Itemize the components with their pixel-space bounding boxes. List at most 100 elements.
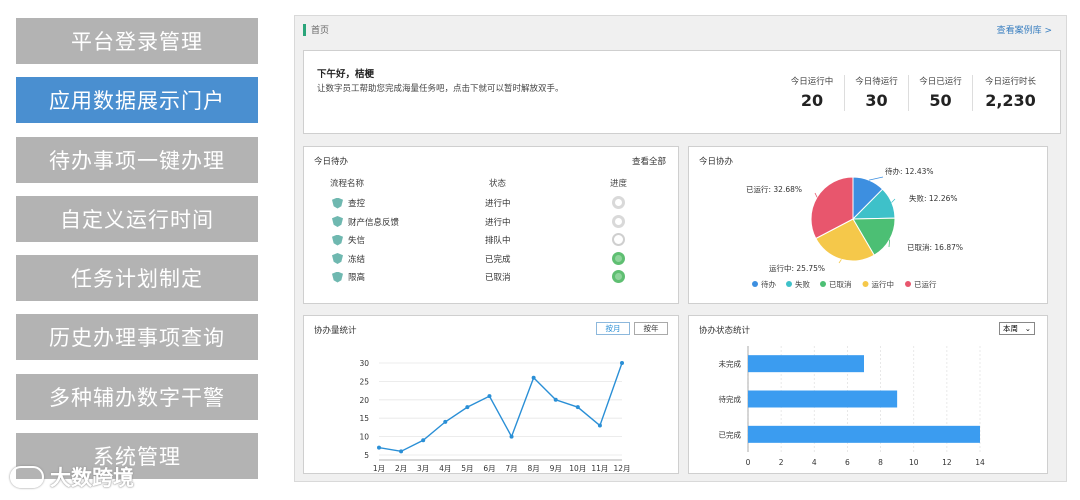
legend-marker <box>862 281 869 287</box>
stat-value: 50 <box>929 91 952 110</box>
watermark-text: 大数跨境 <box>50 466 134 490</box>
y-tick-label: 30 <box>359 359 369 368</box>
pie-label-line <box>838 259 842 264</box>
x-tick-label: 4月 <box>439 464 451 473</box>
data-point <box>399 449 404 454</box>
table-row[interactable]: 限高 已取消 <box>304 268 680 287</box>
stat-running: 今日运行中 20 <box>780 75 844 111</box>
pie-label: 失败: 12.26% <box>909 193 958 203</box>
left-menu: 平台登录管理 应用数据展示门户 待办事项一键办理 自定义运行时间 任务计划制定 … <box>16 18 258 492</box>
pie-chart: 待办: 12.43% 失败: 12.26% 已取消: 16.87% 运行中: 25.7… <box>746 166 963 289</box>
data-point <box>377 445 381 450</box>
legend-label: 已取消 <box>829 279 852 289</box>
data-point <box>531 375 536 380</box>
view-cases-link[interactable]: 查看案例库 > <box>997 23 1052 36</box>
row-name: 冻结 <box>332 253 365 265</box>
pie-label: 待办: 12.43% <box>885 166 934 176</box>
greeting-subtitle: 让数字员工帮助您完成海量任务吧，点击下就可以暂时解放双手。 <box>317 84 564 94</box>
breadcrumb-home[interactable]: 首页 <box>311 23 329 36</box>
x-tick-label: 6月 <box>483 464 495 473</box>
y-tick-label: 20 <box>359 396 369 405</box>
data-point <box>553 397 558 402</box>
x-tick-label: 6 <box>845 458 850 467</box>
row-name-text: 财产信息反馈 <box>348 217 400 228</box>
menu-item-login[interactable]: 平台登录管理 <box>16 18 258 64</box>
data-point <box>620 361 624 365</box>
x-tick-label: 12月 <box>613 464 630 473</box>
row-state: 已完成 <box>485 254 511 265</box>
view-all-link[interactable]: 查看全部 <box>632 155 666 167</box>
legend-marker <box>786 281 792 287</box>
menu-item-data-portal[interactable]: 应用数据展示门户 <box>16 77 258 124</box>
bar <box>748 425 980 443</box>
greeting: 下午好，桔梗 <box>317 69 375 80</box>
pie-label: 运行中: 25.75% <box>769 263 825 273</box>
process-icon <box>332 253 343 264</box>
table-row[interactable]: 失信 排队中 <box>304 231 680 250</box>
y-tick-label: 25 <box>359 377 369 386</box>
y-tick-label: 10 <box>359 433 369 442</box>
x-tick-label: 0 <box>746 458 751 467</box>
process-icon <box>332 216 343 227</box>
row-state: 已取消 <box>485 273 511 283</box>
progress-indicator <box>612 233 625 246</box>
todo-card: 今日待办 查看全部 流程名称 状态 进度 查控 进行中 财产信息反馈 进行中 失信 排队中… <box>303 146 679 304</box>
row-name-text: 查控 <box>348 199 366 209</box>
stat-duration: 今日运行时长 2,230 <box>972 75 1048 111</box>
x-tick-label: 3月 <box>417 464 429 473</box>
legend-marker <box>752 281 758 287</box>
legend-label: 运行中 <box>872 279 895 289</box>
menu-item-assistant[interactable]: 多种辅办数字干警 <box>16 373 258 420</box>
stat-label: 今日待运行 <box>855 77 898 87</box>
col-header-progress: 进度 <box>610 179 628 189</box>
menu-item-runtime[interactable]: 自定义运行时间 <box>16 195 258 242</box>
row-state: 进行中 <box>485 217 511 228</box>
menu-item-plan[interactable]: 任务计划制定 <box>16 255 258 302</box>
line-chart: 5 10 15 20 25 30 1月 2月 3月 4月 5月 6月 7月 8月 9月 10月 11月 12月 <box>359 359 630 473</box>
y-tick-label: 5 <box>364 451 369 460</box>
row-name: 限高 <box>332 271 365 283</box>
watermark: 大数跨境 <box>10 462 134 492</box>
col-header-name: 流程名称 <box>330 179 365 189</box>
row-name-text: 冻结 <box>348 254 366 265</box>
stat-value: 20 <box>800 91 824 110</box>
pie-label-line <box>814 192 818 198</box>
row-name: 失信 <box>332 234 365 246</box>
legend-label: 失败 <box>795 279 810 289</box>
x-tick-label: 8月 <box>527 464 539 473</box>
col-header-state: 状态 <box>489 179 507 189</box>
x-tick-label: 7月 <box>505 464 517 473</box>
legend-marker <box>820 281 826 287</box>
row-name: 财产信息反馈 <box>332 216 399 228</box>
bar <box>748 390 898 408</box>
table-row[interactable]: 查控 进行中 <box>304 194 680 213</box>
process-icon <box>332 271 343 283</box>
x-tick-label: 2月 <box>395 464 407 473</box>
stat-value: 2,230 <box>985 91 1036 110</box>
x-tick-label: 4 <box>812 458 817 467</box>
data-point <box>443 419 448 424</box>
count-card: 协办量统计 按月 按年 5 10 15 20 25 30 1月 2月 3月 4月 5月 6月 7月 8月 9… <box>303 315 679 474</box>
stat-label: 今日已运行 <box>919 77 962 87</box>
stat-label: 今日运行中 <box>790 77 834 87</box>
x-tick-label: 14 <box>975 458 985 467</box>
menu-item-todo[interactable]: 待办事项一键办理 <box>16 136 258 183</box>
table-row[interactable]: 冻结 已完成 <box>304 250 680 269</box>
data-point <box>575 405 580 410</box>
legend-label: 已运行 <box>914 279 937 289</box>
y-tick-label: 待完成 <box>719 394 742 404</box>
menu-item-history[interactable]: 历史办理事项查询 <box>16 314 258 361</box>
stat-label: 今日运行时长 <box>984 77 1036 87</box>
bar-chart: 0 2 4 6 8 10 12 14 未完成待完成已完成 <box>719 346 985 467</box>
x-tick-label: 5月 <box>461 464 473 473</box>
x-tick-label: 10 <box>909 458 919 467</box>
stat-pending: 今日待运行 30 <box>844 75 908 111</box>
legend-label: 待办 <box>761 279 776 289</box>
app-root: 平台登录管理 应用数据展示门户 待办事项一键办理 自定义运行时间 任务计划制定 … <box>0 0 1080 500</box>
bar <box>748 355 864 373</box>
breadcrumb: 首页 <box>303 23 329 36</box>
row-state: 排队中 <box>485 236 511 246</box>
y-tick-label: 已完成 <box>719 429 742 439</box>
collab-card: 今日协办 待办: 12.43% 失败: 12.26% 已取消: 16.87% 运行中:… <box>688 146 1048 304</box>
table-row[interactable]: 财产信息反馈 进行中 <box>304 213 680 232</box>
